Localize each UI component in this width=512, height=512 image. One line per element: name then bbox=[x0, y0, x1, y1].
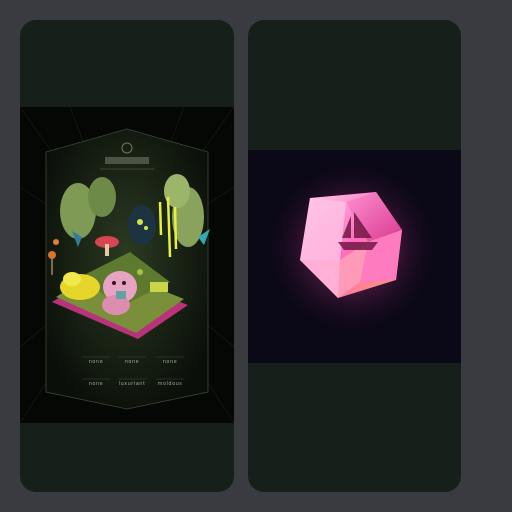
stat-value: none bbox=[162, 359, 178, 365]
stat-value: luxuriant bbox=[118, 381, 146, 387]
crystal-gem-illustration bbox=[262, 158, 442, 338]
isometric-diorama-artwork: none none none none luxuriant moldous bbox=[20, 107, 234, 423]
gem-artwork bbox=[248, 150, 461, 363]
nft-card-left[interactable]: none none none none luxuriant moldous bbox=[20, 20, 234, 492]
stat-value: none bbox=[124, 359, 140, 365]
diorama-illustration bbox=[20, 107, 234, 423]
stat-value: none bbox=[88, 359, 104, 365]
nft-card-right[interactable] bbox=[248, 20, 461, 492]
stat-value: moldous bbox=[157, 381, 183, 387]
stat-value: none bbox=[88, 381, 104, 387]
